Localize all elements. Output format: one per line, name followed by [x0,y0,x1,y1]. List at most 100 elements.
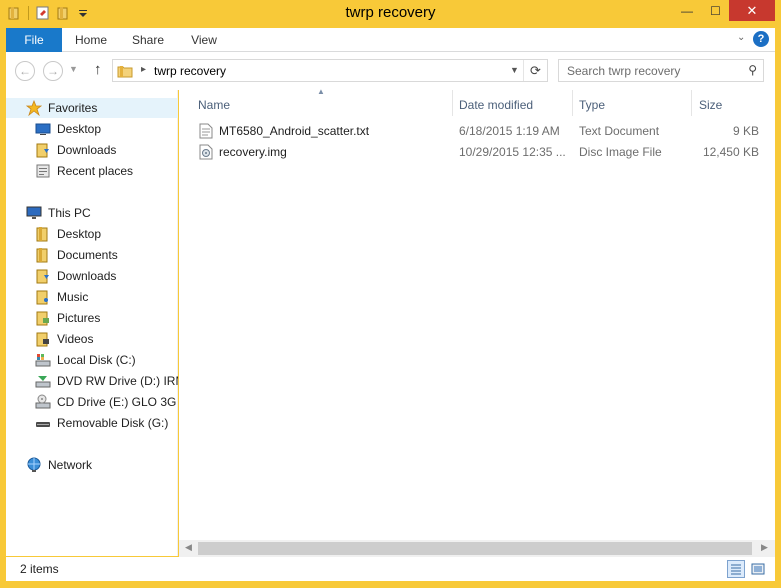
forward-button[interactable]: → [43,61,63,81]
expand-ribbon-icon[interactable]: ⌄ [737,32,745,43]
pictures-folder-icon [35,310,51,326]
sidebar-item-label: DVD RW Drive (D:) IRM_ [57,374,178,388]
file-date: 6/18/2015 1:19 AM [459,124,560,138]
star-icon [25,99,43,117]
tab-file[interactable]: File [6,28,62,52]
sidebar-item-label: Documents [57,248,118,262]
downloads-folder-icon [35,142,51,158]
file-type: Disc Image File [579,145,662,159]
sidebar-item-label: Desktop [57,122,102,136]
sidebar-item-dvd-drive[interactable]: DVD RW Drive (D:) IRM_ [6,371,178,391]
refresh-icon[interactable]: ⟳ [523,60,547,81]
sidebar-item-removable-disk[interactable]: Removable Disk (G:) [6,413,178,433]
column-header-type[interactable]: Type [579,94,605,116]
file-name: MT6580_Android_scatter.txt [219,124,370,138]
minimize-button[interactable]: — [672,0,702,21]
text-file-icon [199,123,213,139]
column-header-size[interactable]: Size [699,94,722,116]
up-arrow-icon[interactable]: ↑ [94,61,102,78]
tab-share[interactable]: Share [124,28,172,52]
column-header-date-modified[interactable]: Date modified [459,94,533,116]
sidebar-item-label: Favorites [48,101,98,115]
dvd-drive-icon [35,373,51,389]
disc-image-icon [199,144,213,160]
sidebar-item-label: This PC [48,206,91,220]
sidebar-item-favorites[interactable]: Favorites [6,98,178,118]
column-divider[interactable] [572,90,573,116]
window-title: twrp recovery [345,4,436,21]
navigation-bar: ← → ▼ ↑ ▸ twrp recovery ▼ ⟳ Search twrp … [6,52,775,90]
file-type: Text Document [579,124,660,138]
sidebar-item-label: Downloads [57,269,117,283]
downloads-folder-icon [35,268,51,284]
close-button[interactable]: ✕ [729,0,775,21]
help-icon[interactable]: ? [753,31,769,47]
search-icon[interactable]: ⚲ [748,63,757,77]
folder-icon [117,63,133,82]
file-name: recovery.img [219,145,287,159]
file-list: ▲ Name Date modified Type Size MT6580_An… [179,87,775,556]
sidebar-item-label: Desktop [57,227,102,241]
search-input[interactable]: Search twrp recovery [567,64,680,78]
scroll-right-icon[interactable]: ▶ [761,542,768,553]
sidebar-item-downloads[interactable]: Downloads [6,140,178,160]
file-date: 10/29/2015 12:35 ... [459,145,566,159]
desktop-icon [35,121,51,137]
column-divider[interactable] [691,90,692,116]
horizontal-scrollbar[interactable]: ◀ ▶ [179,540,775,557]
folder-icon [35,247,51,263]
recent-locations-chevron-icon[interactable]: ▼ [69,64,78,74]
removable-disk-icon [35,415,51,431]
file-size: 12,450 KB [702,145,759,159]
local-disk-icon [35,352,51,368]
scroll-left-icon[interactable]: ◀ [185,542,192,553]
tab-home[interactable]: Home [66,28,116,52]
table-row[interactable]: recovery.img 10/29/2015 12:35 ... Disc I… [193,142,773,162]
address-bar[interactable]: ▸ twrp recovery ▼ ⟳ [112,59,548,82]
navigation-pane: Favorites Desktop Downloads Recent place… [6,90,178,556]
sidebar-item-downloads[interactable]: Downloads [6,266,178,286]
search-box[interactable]: Search twrp recovery ⚲ [558,59,764,82]
column-header-name[interactable]: Name [198,94,230,116]
sidebar-item-label: Recent places [57,164,134,178]
sidebar-item-label: Network [48,458,93,472]
sidebar-item-label: Local Disk (C:) [57,353,136,367]
computer-icon [26,205,42,221]
maximize-button[interactable]: ☐ [702,0,729,21]
recent-places-icon [35,163,51,179]
breadcrumb[interactable]: twrp recovery [154,64,226,78]
details-view-icon[interactable] [727,560,745,578]
music-folder-icon [35,289,51,305]
large-icons-view-icon[interactable] [749,560,767,578]
title-bar[interactable]: twrp recovery — ☐ ✕ [0,0,781,28]
sidebar-item-documents[interactable]: Documents [6,245,178,265]
item-count: 2 items [20,562,59,576]
status-bar: 2 items [6,557,775,581]
sidebar-item-label: Pictures [57,311,101,325]
sidebar-item-label: Downloads [57,143,117,157]
sidebar-item-pictures[interactable]: Pictures [6,308,178,328]
sidebar-item-cd-drive[interactable]: CD Drive (E:) GLO 3G PI [6,392,178,412]
sidebar-item-recent-places[interactable]: Recent places [6,161,178,181]
breadcrumb-chevron-icon[interactable]: ▸ [141,64,146,75]
folder-icon [35,226,51,242]
videos-folder-icon [35,331,51,347]
sidebar-item-local-disk[interactable]: Local Disk (C:) [6,350,178,370]
sidebar-item-desktop[interactable]: Desktop [6,224,178,244]
column-divider[interactable] [452,90,453,116]
back-button[interactable]: ← [15,61,35,81]
scrollbar-thumb[interactable] [198,542,752,555]
network-icon [26,457,42,473]
sidebar-item-this-pc[interactable]: This PC [6,203,178,223]
cd-drive-icon [35,394,51,410]
sidebar-item-videos[interactable]: Videos [6,329,178,349]
table-row[interactable]: MT6580_Android_scatter.txt 6/18/2015 1:1… [193,121,773,141]
sidebar-item-label: CD Drive (E:) GLO 3G PI [57,395,178,409]
sidebar-item-network[interactable]: Network [6,455,178,475]
tab-view[interactable]: View [180,28,228,52]
file-size: 9 KB [732,124,759,138]
address-history-chevron-icon[interactable]: ▼ [510,65,519,75]
sidebar-item-desktop[interactable]: Desktop [6,119,178,139]
sidebar-item-music[interactable]: Music [6,287,178,307]
ribbon-tabs: File Home Share View ⌄ ? [6,28,775,52]
